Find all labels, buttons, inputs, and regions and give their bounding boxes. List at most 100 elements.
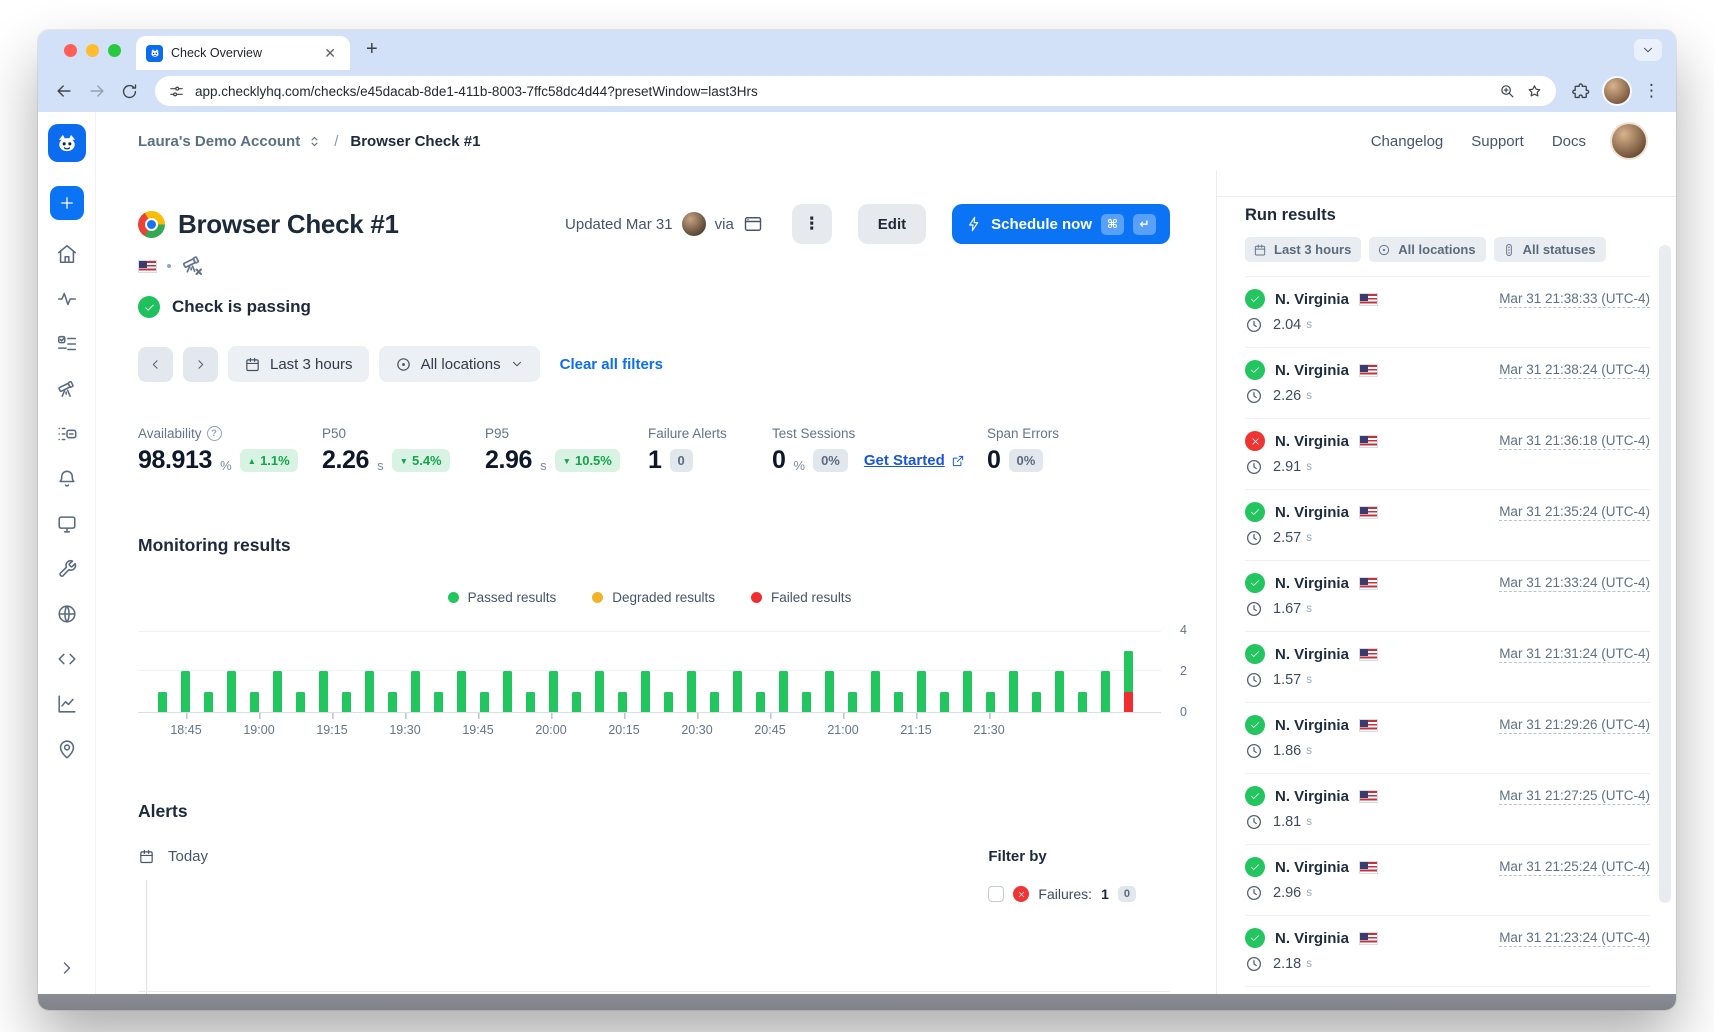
chart-bar[interactable] [434,692,443,713]
chart-bar[interactable] [319,671,328,712]
schedule-now-button[interactable]: Schedule now ⌘ ↵ [952,204,1170,244]
run-result-row[interactable]: N. Virginia Mar 31 21:36:18 (UTC-4) 2.91… [1245,419,1650,490]
run-timestamp-link[interactable]: Mar 31 21:23:24 (UTC-4) [1499,930,1650,947]
account-switcher-icon[interactable] [307,134,322,149]
sidebar-item-logs[interactable] [56,423,78,445]
chart-bar[interactable] [641,671,650,712]
create-new-button[interactable] [50,186,84,220]
run-result-row[interactable]: N. Virginia Mar 31 21:33:24 (UTC-4) 1.67… [1245,561,1650,632]
run-timestamp-link[interactable]: Mar 31 21:33:24 (UTC-4) [1499,575,1650,592]
browser-profile-avatar[interactable] [1604,78,1630,104]
sidebar-item-home[interactable] [56,243,78,265]
chart-bar[interactable] [917,671,926,712]
help-icon[interactable]: ? [207,426,222,441]
more-actions-button[interactable]: ⋮ [792,204,832,244]
browser-tab[interactable]: Check Overview ✕ [136,36,350,70]
chart-bar[interactable] [595,671,604,712]
chart-bar[interactable] [894,692,903,713]
chart-bar[interactable] [1032,692,1041,713]
chart-bar[interactable] [227,671,236,712]
nav-link-docs[interactable]: Docs [1552,133,1586,150]
address-bar[interactable]: app.checklyhq.com/checks/e45dacab-8de1-4… [155,76,1556,106]
site-info-icon[interactable] [168,83,185,100]
nav-link-changelog[interactable]: Changelog [1371,133,1444,150]
chart-bar[interactable] [963,671,972,712]
chart-bar[interactable] [618,692,627,713]
breadcrumb-account[interactable]: Laura's Demo Account [138,133,300,150]
sidebar-item-private-locations[interactable] [56,603,78,625]
chart-bar[interactable] [756,692,765,713]
window-close-button[interactable] [64,44,77,57]
run-timestamp-link[interactable]: Mar 31 21:36:18 (UTC-4) [1499,433,1650,450]
scrollbar[interactable] [1659,245,1671,903]
sidebar-item-locations[interactable] [56,738,78,760]
chart-bar[interactable] [1055,671,1064,712]
chart-bar[interactable] [940,692,949,713]
sidebar-item-alerts[interactable] [56,468,78,490]
chart-bar[interactable] [871,671,880,712]
chart-bar[interactable] [687,671,696,712]
browser-menu-icon[interactable]: ⋮ [1643,81,1660,101]
chart-bar[interactable] [250,692,259,713]
chart-bar[interactable] [204,692,213,713]
chart-bar[interactable] [549,671,558,712]
time-range-filter-button[interactable]: Last 3 hours [228,346,369,382]
forward-button[interactable] [87,81,107,101]
failures-checkbox[interactable] [988,886,1004,902]
chart-bar[interactable] [572,692,581,713]
chart-bar[interactable] [457,671,466,712]
chart-bar[interactable] [733,671,742,712]
chart-bar[interactable] [848,692,857,713]
chart-bar[interactable] [710,692,719,713]
run-result-row[interactable]: N. Virginia Mar 31 21:35:24 (UTC-4) 2.57… [1245,490,1650,561]
run-result-row[interactable]: N. Virginia Mar 31 21:38:33 (UTC-4) 2.04… [1245,277,1650,348]
nav-link-support[interactable]: Support [1471,133,1524,150]
back-button[interactable] [54,81,74,101]
run-timestamp-link[interactable]: Mar 31 21:38:33 (UTC-4) [1499,291,1650,308]
previous-period-button[interactable] [138,347,173,382]
next-period-button[interactable] [183,347,218,382]
run-timestamp-link[interactable]: Mar 31 21:38:24 (UTC-4) [1499,362,1650,379]
sidebar-item-checks[interactable] [56,333,78,355]
new-tab-button[interactable]: + [366,39,378,61]
sidebar-item-activity[interactable] [56,288,78,310]
chart-bar[interactable] [342,692,351,713]
run-timestamp-link[interactable]: Mar 31 21:35:24 (UTC-4) [1499,504,1650,521]
run-timestamp-link[interactable]: Mar 31 21:31:24 (UTC-4) [1499,646,1650,663]
chart-bar[interactable] [181,671,190,712]
chart-bar[interactable] [664,692,673,713]
run-result-row[interactable]: N. Virginia Mar 31 21:25:24 (UTC-4) 2.96… [1245,845,1650,916]
chart-bar[interactable] [273,671,282,712]
locations-filter-button[interactable]: All locations [379,346,540,382]
chart-bar[interactable] [1124,651,1133,713]
zoom-icon[interactable] [1499,83,1516,100]
chart-bar[interactable] [158,692,167,713]
sidebar-item-analytics[interactable] [56,693,78,715]
window-zoom-button[interactable] [108,44,121,57]
chip-statuses[interactable]: All statuses [1494,237,1606,262]
updated-by-avatar[interactable] [682,212,706,236]
extensions-icon[interactable] [1572,82,1591,101]
chart-bar[interactable] [825,671,834,712]
checkly-logo-icon[interactable] [48,124,86,162]
chart-bar[interactable] [802,692,811,713]
run-result-row[interactable]: N. Virginia Mar 31 21:27:25 (UTC-4) 1.81… [1245,774,1650,845]
get-started-link[interactable]: Get Started [864,452,965,469]
chart-bar[interactable] [1101,671,1110,712]
run-timestamp-link[interactable]: Mar 31 21:27:25 (UTC-4) [1499,788,1650,805]
chart-bar[interactable] [388,692,397,713]
chart-bar[interactable] [480,692,489,713]
sidebar-item-dashboards[interactable] [56,513,78,535]
chart-bar[interactable] [411,671,420,712]
chart-bar[interactable] [986,692,995,713]
chart-bar[interactable] [779,671,788,712]
chart-bar[interactable] [365,671,374,712]
run-result-row[interactable]: N. Virginia Mar 31 21:29:26 (UTC-4) 1.86… [1245,703,1650,774]
reload-button[interactable] [120,82,139,101]
run-timestamp-link[interactable]: Mar 31 21:29:26 (UTC-4) [1499,717,1650,734]
edit-button[interactable]: Edit [858,204,926,244]
chart-bar[interactable] [526,692,535,713]
window-minimize-button[interactable] [86,44,99,57]
bookmark-star-icon[interactable] [1526,83,1543,100]
chart-bar[interactable] [296,692,305,713]
